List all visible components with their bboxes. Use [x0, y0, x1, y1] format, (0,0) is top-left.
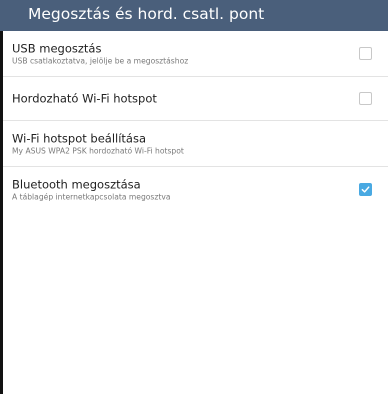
pref-usb-tethering-summary: USB csatlakoztatva, jelölje be a megoszt…: [12, 56, 189, 65]
preference-list: USB megosztás USB csatlakoztatva, jelölj…: [3, 31, 388, 212]
pref-bluetooth-tethering[interactable]: Bluetooth megosztása A táblagép internet…: [3, 167, 388, 212]
settings-screen: Megosztás és hord. csatl. pont USB megos…: [0, 0, 388, 394]
pref-usb-tethering[interactable]: USB megosztás USB csatlakoztatva, jelölj…: [3, 31, 388, 77]
pref-portable-hotspot[interactable]: Hordozható Wi-Fi hotspot: [3, 77, 388, 121]
pref-bluetooth-tethering-title: Bluetooth megosztása: [12, 177, 141, 191]
pref-bluetooth-tethering-summary: A táblagép internetkapcsolata megosztva: [12, 192, 171, 201]
usb-tethering-checkbox[interactable]: [359, 46, 372, 60]
pref-hotspot-settings-title: Wi-Fi hotspot beállítása: [12, 131, 147, 145]
portable-hotspot-checkbox[interactable]: [359, 91, 372, 105]
pref-hotspot-settings[interactable]: Wi-Fi hotspot beállítása My ASUS WPA2 PS…: [3, 121, 388, 167]
pref-bluetooth-tethering-text: Bluetooth megosztása A táblagép internet…: [12, 177, 348, 202]
pref-hotspot-settings-text: Wi-Fi hotspot beállítása My ASUS WPA2 PS…: [12, 131, 348, 156]
pref-portable-hotspot-text: Hordozható Wi-Fi hotspot: [12, 91, 348, 106]
pref-hotspot-settings-summary: My ASUS WPA2 PSK hordozható Wi-Fi hotspo…: [12, 146, 184, 155]
pref-usb-tethering-text: USB megosztás USB csatlakoztatva, jelölj…: [12, 41, 348, 66]
pref-portable-hotspot-title: Hordozható Wi-Fi hotspot: [12, 91, 157, 105]
action-bar: Megosztás és hord. csatl. pont: [0, 0, 388, 31]
pref-usb-tethering-title: USB megosztás: [12, 41, 102, 55]
page-title: Megosztás és hord. csatl. pont: [28, 5, 265, 23]
bluetooth-tethering-checkbox[interactable]: [359, 182, 372, 196]
checkmark-icon: [361, 185, 370, 193]
